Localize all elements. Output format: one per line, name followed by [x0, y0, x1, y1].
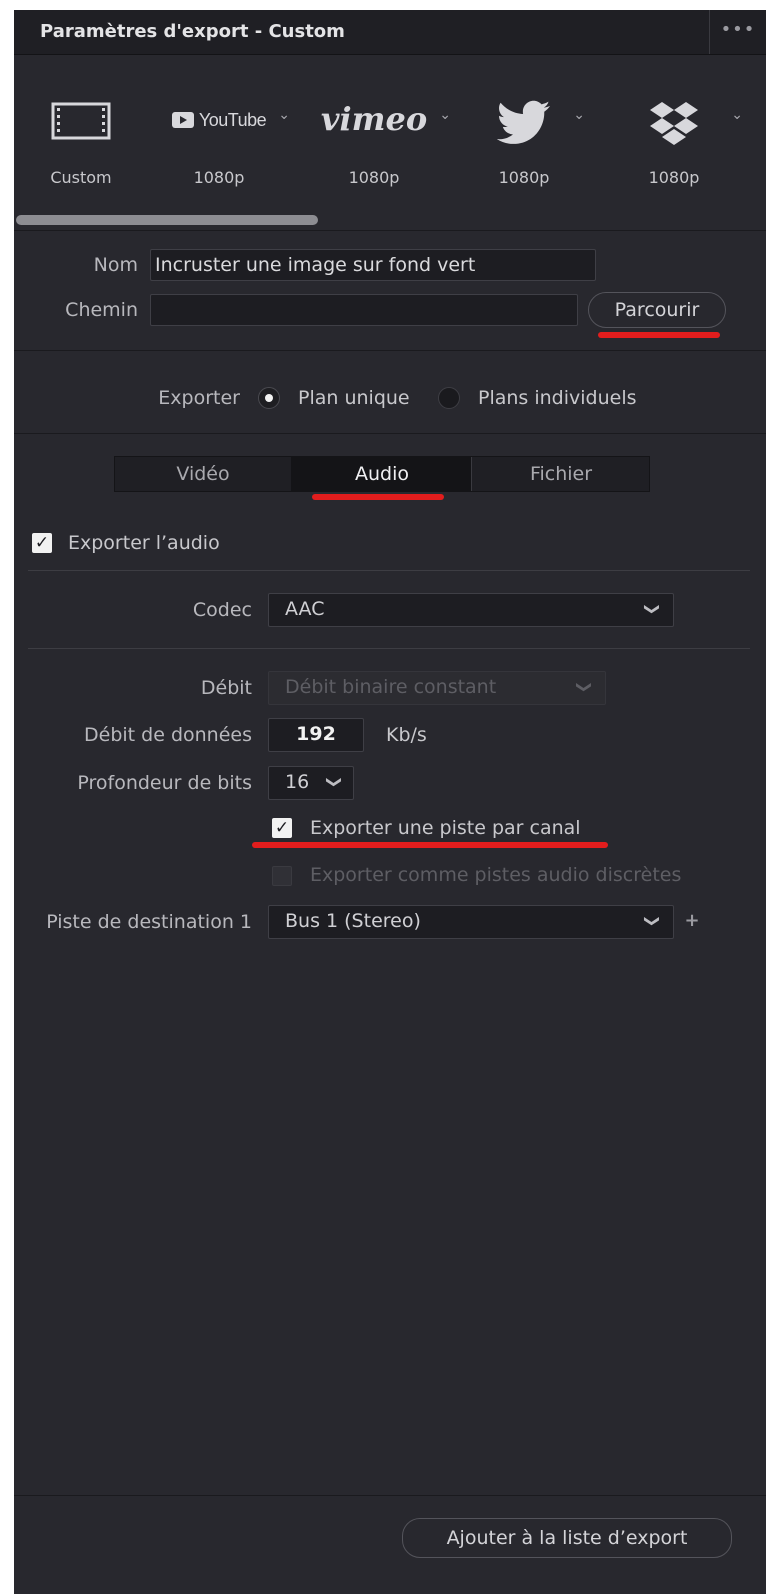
destination-select[interactable]: Bus 1 (Stereo) ❯	[268, 905, 674, 939]
codec-label: Codec	[192, 599, 252, 621]
preset-twitter[interactable]: ⌄ 1080p	[459, 55, 589, 205]
add-to-render-queue-button[interactable]: Ajouter à la liste d’export	[402, 1518, 732, 1558]
export-settings-panel: Paramètres d'export - Custom ••• Custom	[14, 10, 766, 1594]
nom-input[interactable]: Incruster une image sur fond vert	[150, 249, 596, 281]
export-audio-label[interactable]: Exporter l’audio	[68, 532, 220, 554]
export-mode-label: Exporter	[158, 387, 240, 409]
highlight-underline	[312, 494, 444, 500]
chevron-down-icon[interactable]: ⌄	[439, 107, 451, 123]
debit-label: Débit	[200, 677, 252, 699]
twitter-bird-icon	[459, 100, 589, 150]
tab-video[interactable]: Vidéo	[115, 457, 291, 491]
panel-title: Paramètres d'export - Custom	[40, 21, 345, 42]
radio-plans-individuels[interactable]	[438, 387, 460, 409]
chevron-down-icon[interactable]: ⌄	[278, 107, 290, 123]
codec-value: AAC	[285, 598, 325, 620]
destination-value: Bus 1 (Stereo)	[285, 910, 421, 932]
data-rate-input[interactable]: 192	[268, 718, 364, 752]
title-bar: Paramètres d'export - Custom •••	[14, 10, 766, 55]
export-audio-checkbox[interactable]: ✓	[32, 533, 52, 553]
radio-plan-unique-label[interactable]: Plan unique	[298, 387, 410, 409]
chemin-input[interactable]	[150, 294, 578, 326]
radio-plans-individuels-label[interactable]: Plans individuels	[478, 387, 637, 409]
youtube-logo: YouTube	[198, 110, 267, 130]
more-options-icon[interactable]: •••	[709, 10, 766, 54]
preset-vimeo-label: 1080p	[348, 168, 400, 187]
chemin-label: Chemin	[65, 299, 138, 321]
chevron-down-icon: ❯	[643, 602, 662, 616]
bit-depth-select[interactable]: 16 ❯	[268, 766, 354, 800]
bit-depth-value: 16	[285, 771, 310, 793]
chevron-down-icon: ❯	[325, 775, 344, 789]
preset-carousel: Custom YouTube ⌄ 1080p vimeo ⌄ 1080p ⌄ 1…	[14, 55, 766, 235]
preset-youtube-label: 1080p	[193, 168, 245, 187]
discrete-tracks-checkbox	[272, 866, 292, 886]
data-rate-unit: Kb/s	[386, 724, 427, 746]
highlight-underline	[252, 842, 608, 848]
preset-scrollbar-thumb[interactable]	[16, 215, 318, 225]
preset-custom-label: Custom	[50, 168, 112, 187]
destination-label: Piste de destination 1	[46, 911, 252, 933]
preset-twitter-label: 1080p	[498, 168, 550, 187]
radio-plan-unique[interactable]	[258, 387, 280, 409]
debit-select-disabled: Débit binaire constant ❯	[268, 671, 606, 705]
preset-youtube[interactable]: YouTube ⌄ 1080p	[154, 55, 290, 205]
vimeo-logo: vimeo	[320, 100, 428, 138]
youtube-play-icon	[171, 111, 194, 132]
settings-tabs: Vidéo Audio Fichier	[114, 456, 650, 492]
codec-select[interactable]: AAC ❯	[268, 593, 674, 627]
nom-label: Nom	[93, 254, 138, 276]
highlight-underline	[598, 332, 720, 338]
preset-custom[interactable]: Custom	[16, 55, 146, 205]
tab-audio[interactable]: Audio	[291, 457, 472, 491]
track-per-channel-checkbox[interactable]: ✓	[272, 818, 292, 838]
chevron-down-icon[interactable]: ⌄	[573, 107, 585, 123]
chevron-down-icon: ❯	[643, 914, 662, 928]
preset-next[interactable]: H	[704, 55, 766, 205]
track-per-channel-label[interactable]: Exporter une piste par canal	[310, 817, 581, 839]
bit-depth-label: Profondeur de bits	[77, 772, 252, 794]
discrete-tracks-label: Exporter comme pistes audio discrètes	[310, 864, 682, 886]
film-icon	[16, 100, 146, 150]
debit-value: Débit binaire constant	[285, 676, 497, 698]
data-rate-label: Débit de données	[84, 724, 252, 746]
add-destination-icon[interactable]: +	[680, 910, 704, 934]
preset-vimeo[interactable]: vimeo ⌄ 1080p	[309, 55, 451, 205]
tab-fichier[interactable]: Fichier	[471, 457, 650, 491]
browse-button[interactable]: Parcourir	[588, 292, 726, 328]
chevron-down-icon: ❯	[575, 680, 594, 694]
